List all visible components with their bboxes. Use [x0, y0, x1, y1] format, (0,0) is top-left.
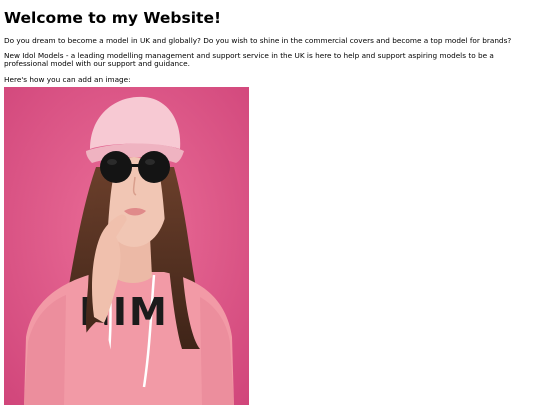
- image-instruction-paragraph: Here's how you can add an image:: [4, 74, 131, 84]
- intro-paragraph: Do you dream to become a model in UK and…: [4, 36, 512, 45]
- model-photo-illustration: NIM: [4, 87, 249, 405]
- page-title: Welcome to my Website!: [4, 9, 222, 27]
- page-content: Welcome to my Website! Do you dream to b…: [4, 0, 536, 405]
- model-photo: NIM: [4, 87, 249, 405]
- about-paragraph: New Idol Models - a leading modelling ma…: [4, 50, 494, 69]
